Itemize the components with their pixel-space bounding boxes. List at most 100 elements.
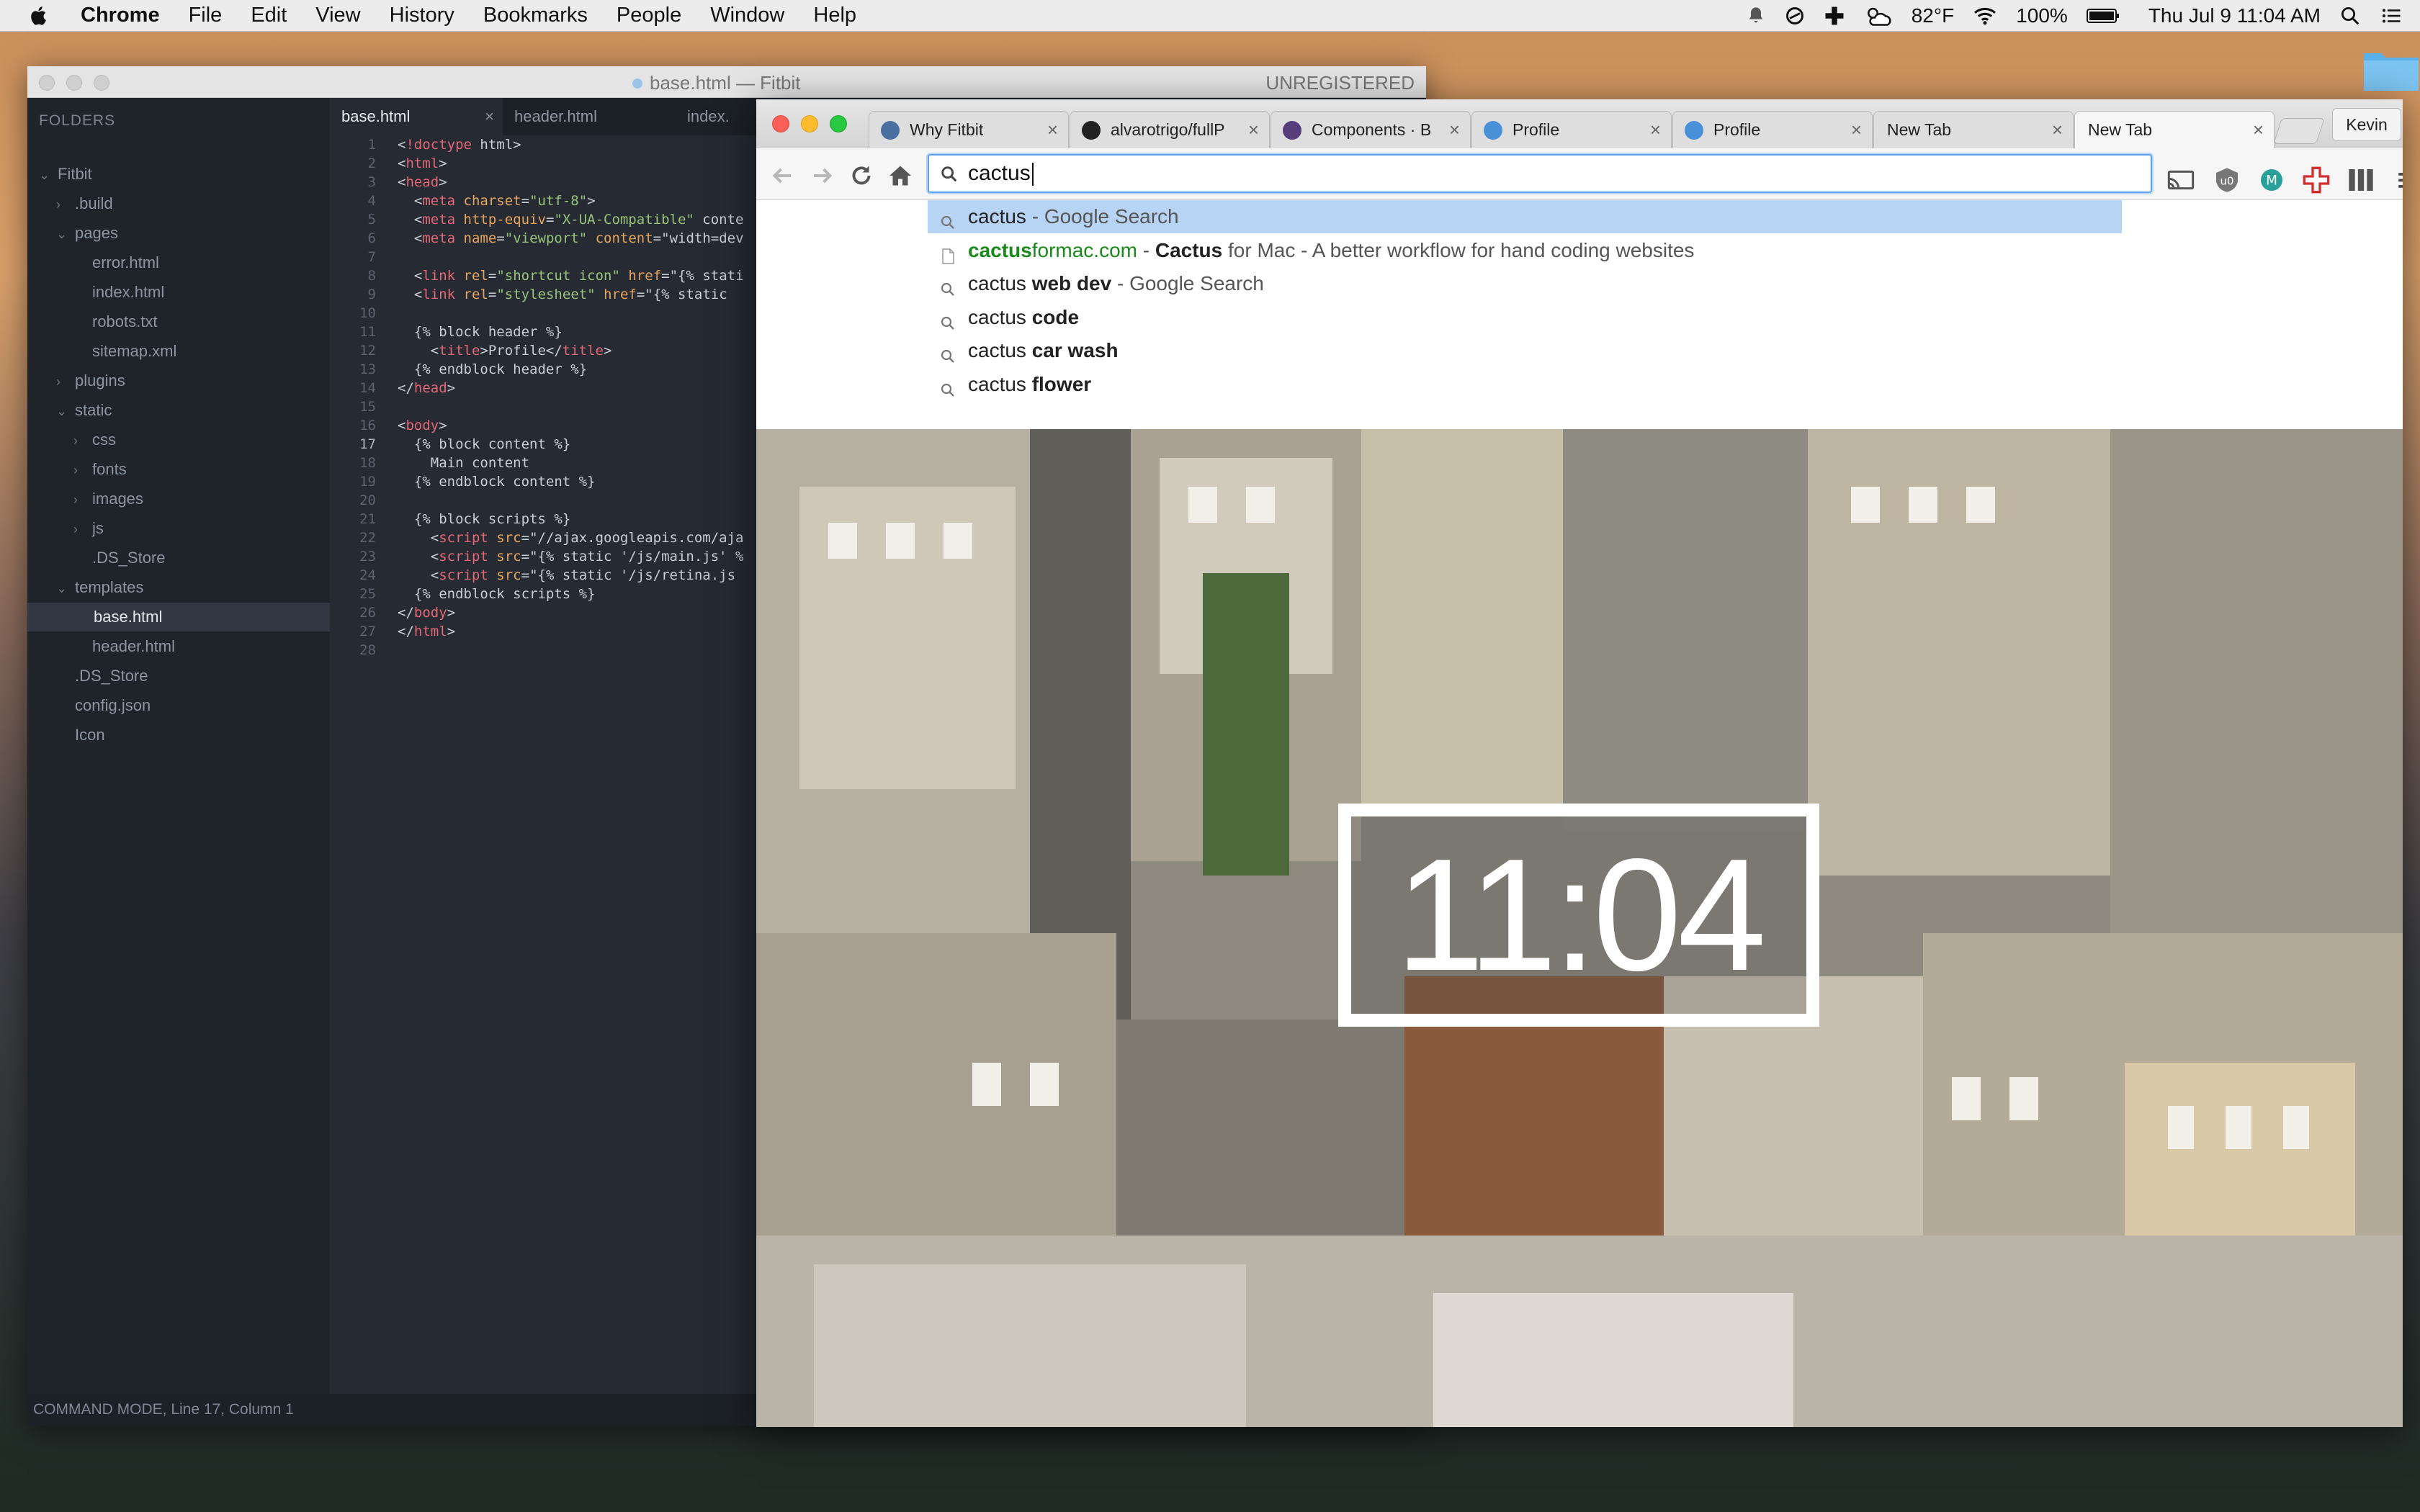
tree-item[interactable]: sitemap.xml: [73, 337, 176, 366]
omnibox-input[interactable]: cactus: [968, 156, 1034, 192]
extension-m-icon[interactable]: M: [2257, 166, 2286, 194]
close-window-button[interactable]: [39, 75, 55, 91]
browser-tab[interactable]: Why Fitbit ×: [869, 111, 1069, 148]
menu-view[interactable]: View: [315, 4, 360, 27]
do-not-disturb-icon[interactable]: [1785, 6, 1805, 26]
tree-item[interactable]: robots.txt: [73, 307, 157, 336]
menu-history[interactable]: History: [390, 4, 454, 27]
tab-title: New Tab: [2088, 120, 2153, 139]
weather-icon[interactable]: [1864, 5, 1893, 27]
close-tab-icon[interactable]: ×: [2253, 112, 2264, 148]
menu-bookmarks[interactable]: Bookmarks: [483, 4, 588, 27]
wifi-icon[interactable]: [1973, 6, 1997, 26]
menu-people[interactable]: People: [617, 4, 681, 27]
menu-file[interactable]: File: [189, 4, 223, 27]
browser-tab[interactable]: Profile ×: [1672, 111, 1873, 148]
suggestion-item[interactable]: cactus web dev - Google Search: [928, 267, 2122, 300]
close-tab-icon[interactable]: ×: [2052, 112, 2063, 148]
forward-arrow-icon[interactable]: [810, 163, 835, 189]
health-cross-icon[interactable]: [1824, 5, 1845, 27]
browser-tab[interactable]: alvarotrigo/fullP ×: [1070, 111, 1270, 148]
suggestion-item[interactable]: cactus - Google Search: [928, 200, 2122, 233]
tree-item[interactable]: header.html: [73, 632, 175, 661]
clock-datetime[interactable]: Thu Jul 9 11:04 AM: [2148, 4, 2321, 27]
reload-icon[interactable]: [848, 163, 874, 189]
apple-menu-icon[interactable]: [29, 5, 50, 27]
browser-tab[interactable]: New Tab ×: [1873, 111, 2074, 148]
minimize-window-button[interactable]: [66, 75, 82, 91]
chevron-right-icon[interactable]: ›: [73, 456, 84, 485]
suggestion-item[interactable]: cactus car wash: [928, 334, 2122, 367]
chevron-right-icon[interactable]: ›: [56, 190, 66, 219]
spotlight-search-icon[interactable]: [2339, 5, 2361, 27]
battery-percent[interactable]: 100%: [2016, 4, 2068, 27]
close-icon[interactable]: ×: [485, 98, 494, 135]
tree-item[interactable]: error.html: [73, 248, 159, 277]
line-number: 19: [359, 474, 376, 490]
tree-item[interactable]: ⌄ Fitbit: [39, 160, 92, 189]
tree-item[interactable]: ⌄ templates: [56, 573, 143, 602]
desktop-folder-icon[interactable]: [2362, 46, 2420, 92]
tree-item-label: pages: [75, 224, 118, 242]
home-icon[interactable]: [887, 163, 913, 189]
tab-header-html[interactable]: header.html: [503, 98, 676, 135]
new-tab-button[interactable]: [2273, 118, 2325, 144]
notification-center-icon[interactable]: [2380, 5, 2403, 27]
close-window-button[interactable]: [772, 115, 789, 132]
tree-item[interactable]: › css: [73, 426, 116, 454]
profile-button[interactable]: Kevin: [2332, 108, 2401, 141]
chevron-down-icon[interactable]: ⌄: [56, 397, 67, 426]
suggestion-item[interactable]: cactusformac.com - Cactus for Mac - A be…: [928, 234, 2122, 267]
menu-window[interactable]: Window: [710, 4, 784, 27]
omnibox[interactable]: cactus: [928, 154, 2152, 193]
tree-item[interactable]: › js: [73, 514, 104, 543]
notification-bell-icon[interactable]: [1746, 6, 1766, 26]
tree-item[interactable]: ⌄ static: [56, 396, 112, 425]
close-tab-icon[interactable]: ×: [1047, 112, 1058, 148]
suggestion-item[interactable]: cactus flower: [928, 368, 2122, 401]
weather-temp[interactable]: 82°F: [1912, 4, 1954, 27]
close-tab-icon[interactable]: ×: [1851, 112, 1862, 148]
menu-chrome[interactable]: Chrome: [81, 4, 160, 27]
tab-title: Why Fitbit: [910, 120, 984, 139]
tree-item[interactable]: › plugins: [56, 366, 125, 395]
tree-item[interactable]: .DS_Store: [56, 662, 148, 690]
chevron-right-icon[interactable]: ›: [73, 426, 84, 455]
tree-item[interactable]: base.html: [27, 603, 330, 631]
columns-extension-icon[interactable]: [2347, 166, 2375, 194]
suggestion-item[interactable]: cactus code: [928, 301, 2122, 334]
hamburger-menu-icon[interactable]: [2396, 166, 2403, 194]
tab-base-html[interactable]: base.html ×: [330, 98, 503, 135]
tree-item[interactable]: ⌄ pages: [56, 219, 118, 248]
minimize-window-button[interactable]: [801, 115, 818, 132]
close-tab-icon[interactable]: ×: [1650, 112, 1661, 148]
chevron-right-icon[interactable]: ›: [56, 367, 66, 396]
tree-item[interactable]: › images: [73, 485, 143, 513]
browser-tab[interactable]: Profile ×: [1471, 111, 1672, 148]
tree-item[interactable]: Icon: [56, 721, 105, 750]
browser-tab[interactable]: Components · B ×: [1270, 111, 1471, 148]
lastpass-cross-icon[interactable]: [2302, 166, 2331, 194]
menu-edit[interactable]: Edit: [251, 4, 287, 27]
close-tab-icon[interactable]: ×: [1449, 112, 1460, 148]
battery-icon[interactable]: [2086, 7, 2120, 24]
tree-item[interactable]: index.html: [73, 278, 164, 307]
tree-item[interactable]: .DS_Store: [73, 544, 166, 572]
chevron-down-icon[interactable]: ⌄: [56, 574, 67, 603]
tree-item[interactable]: config.json: [56, 691, 151, 720]
menu-help[interactable]: Help: [813, 4, 856, 27]
ublock-shield-icon[interactable]: u0: [2213, 166, 2241, 194]
close-tab-icon[interactable]: ×: [1248, 112, 1259, 148]
chevron-right-icon[interactable]: ›: [73, 485, 84, 514]
cast-icon[interactable]: [2166, 166, 2195, 194]
zoom-window-button[interactable]: [830, 115, 847, 132]
chevron-down-icon[interactable]: ⌄: [39, 161, 50, 189]
tree-item[interactable]: › fonts: [73, 455, 127, 484]
chevron-right-icon[interactable]: ›: [73, 515, 84, 544]
chevron-down-icon[interactable]: ⌄: [56, 220, 67, 248]
favicon-icon: [1484, 121, 1502, 140]
back-arrow-icon[interactable]: [769, 163, 795, 189]
zoom-window-button[interactable]: [94, 75, 109, 91]
browser-tab[interactable]: New Tab ×: [2074, 111, 2275, 148]
tree-item[interactable]: › .build: [56, 189, 113, 218]
